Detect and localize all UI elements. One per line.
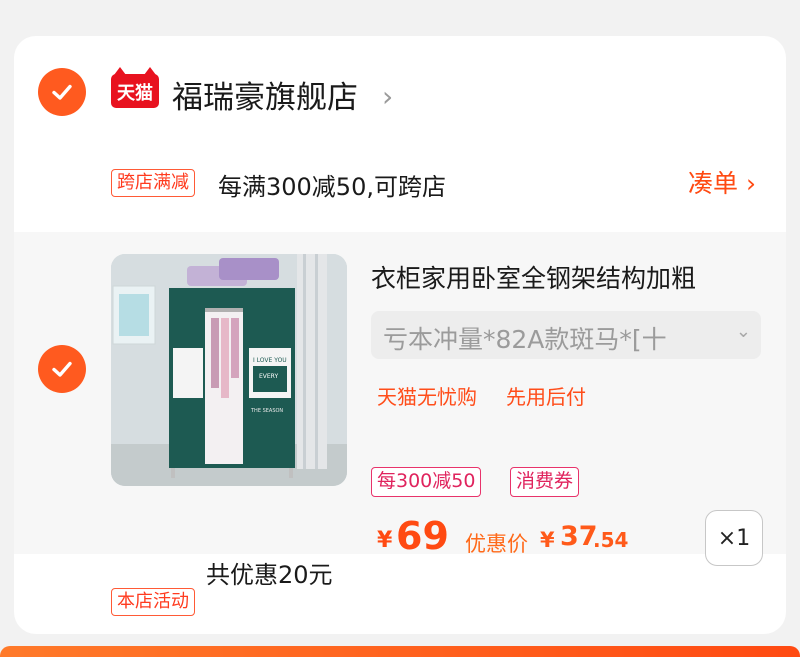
store-header[interactable]: 天猫 福瑞豪旗舰店 ›	[14, 36, 786, 148]
store-select-checkbox[interactable]	[38, 68, 86, 116]
discount-price-decimal: .54	[593, 528, 629, 552]
cross-store-discount-tag: 跨店满减	[111, 169, 195, 197]
sku-text: 亏本冲量*82A款斑马*[十	[383, 325, 667, 354]
tmall-logo: 天猫	[111, 67, 159, 108]
store-name[interactable]: 福瑞豪旗舰店	[172, 72, 358, 117]
discount-price-currency: ¥	[540, 528, 555, 552]
discount-price-label: 优惠价	[465, 532, 528, 556]
item-select-checkbox[interactable]	[38, 345, 86, 393]
price-currency: ¥	[377, 528, 393, 553]
image-word-love: I LOVE YOU	[253, 357, 287, 364]
product-title[interactable]: 衣柜家用卧室全钢架结构加粗	[371, 259, 771, 295]
product-item: I LOVE YOU EVERY THE SEASON 衣柜家用卧室全钢架结构加…	[14, 232, 786, 566]
discount-badge: 每300减50	[371, 467, 482, 497]
service-pay-later: 先用后付	[506, 385, 586, 409]
discount-price-integer: 37	[560, 521, 598, 552]
bottom-action-bar[interactable]	[0, 646, 800, 657]
store-cart-card: 天猫 福瑞豪旗舰店 › 跨店满减 每满300减50,可跨店 凑单 › I LOV…	[14, 36, 786, 634]
chevron-right-icon[interactable]: ›	[382, 80, 393, 113]
store-activity-tag: 本店活动	[111, 588, 195, 616]
tmall-logo-text: 天猫	[117, 83, 153, 104]
sku-selector[interactable]: 亏本冲量*82A款斑马*[十 ⌄	[371, 311, 761, 359]
promo-text: 每满300减50,可跨店	[218, 173, 446, 201]
coupon-badge: 消费券	[510, 467, 580, 497]
store-activity-text: 共优惠20元	[206, 561, 333, 589]
image-word-season: THE SEASON	[250, 408, 283, 414]
price-value: 69	[396, 514, 449, 558]
wardrobe-image: I LOVE YOU EVERY THE SEASON	[111, 254, 347, 486]
quantity-stepper[interactable]: ×1	[705, 510, 763, 566]
chevron-down-icon: ⌄	[735, 321, 751, 342]
checkmark-icon	[52, 361, 72, 377]
product-image[interactable]: I LOVE YOU EVERY THE SEASON	[111, 254, 347, 486]
add-on-order-link[interactable]: 凑单 ›	[688, 164, 756, 200]
checkmark-icon	[52, 84, 72, 100]
image-word-every: EVERY	[259, 373, 278, 380]
service-worry-free: 天猫无忧购	[377, 385, 477, 409]
